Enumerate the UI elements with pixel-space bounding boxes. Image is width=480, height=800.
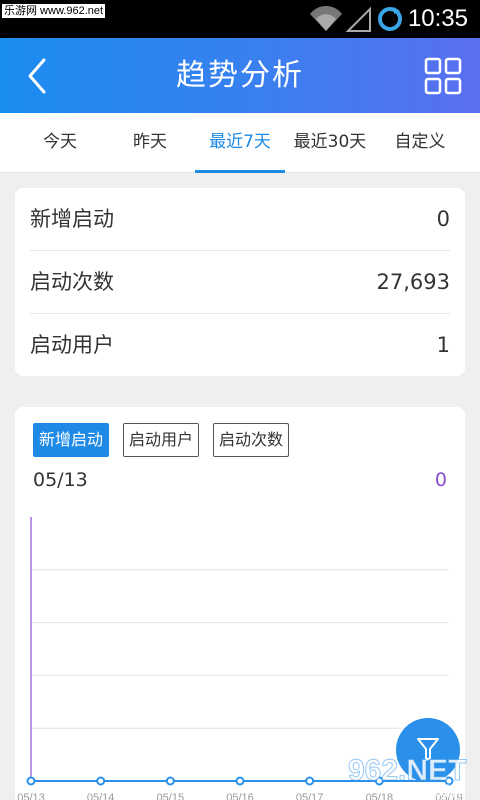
wifi-icon (310, 5, 342, 31)
chip-launch-users[interactable]: 启动用户 (123, 423, 200, 457)
selected-value: 0 (434, 469, 447, 491)
page-title: 趋势分析 (176, 58, 304, 93)
watermark-text: 乐游网 www.962.net (2, 4, 106, 18)
summary-value: 27,693 (376, 270, 450, 294)
data-point (26, 776, 36, 786)
x-tick-label: 05/14 (87, 792, 115, 800)
summary-value: 1 (436, 333, 450, 357)
status-bar: 乐游网 www.962.net 10:35 (0, 0, 480, 38)
grid-menu-icon[interactable] (424, 57, 462, 95)
summary-row-new-launches: 新增启动 0 (30, 188, 450, 251)
summary-label: 新增启动 (30, 207, 114, 231)
data-point (235, 776, 245, 786)
brandmark-text: 962.NET (348, 754, 466, 787)
summary-row-launch-users: 启动用户 1 (30, 314, 450, 377)
signal-icon (345, 6, 371, 32)
summary-label: 启动用户 (30, 333, 114, 357)
data-point (165, 776, 175, 786)
data-point (96, 776, 106, 786)
x-tick-label: 05/16 (226, 792, 254, 800)
period-tabs: 今天 昨天 最近7天 最近30天 自定义 (0, 113, 480, 173)
clock: 10:35 (407, 5, 468, 32)
tab-last-30-days[interactable]: 最近30天 (285, 113, 375, 173)
tab-custom[interactable]: 自定义 (375, 113, 465, 173)
app-bar: 趋势分析 (0, 38, 480, 113)
status-icons (310, 5, 402, 32)
tab-today[interactable]: 今天 (15, 113, 105, 173)
summary-card: 新增启动 0 启动次数 27,693 启动用户 1 (15, 188, 465, 376)
chip-new-launches[interactable]: 新增启动 (33, 423, 110, 457)
chip-launch-count[interactable]: 启动次数 (213, 423, 290, 457)
summary-row-launch-count: 启动次数 27,693 (30, 251, 450, 314)
x-tick-label: 05/13 (17, 792, 45, 800)
summary-label: 启动次数 (30, 270, 114, 294)
data-point (305, 776, 315, 786)
x-tick-label: 05/17 (296, 792, 324, 800)
tab-last-7-days[interactable]: 最近7天 (195, 113, 285, 173)
x-tick-label: 05/15 (157, 792, 185, 800)
selected-date: 05/13 (33, 469, 88, 491)
sync-icon (378, 7, 402, 31)
summary-value: 0 (436, 207, 450, 231)
tab-yesterday[interactable]: 昨天 (105, 113, 195, 173)
site-watermark-logo: 962.NET 乐游网 (348, 754, 467, 800)
brandmark-subtext: 乐游网 (424, 784, 466, 800)
